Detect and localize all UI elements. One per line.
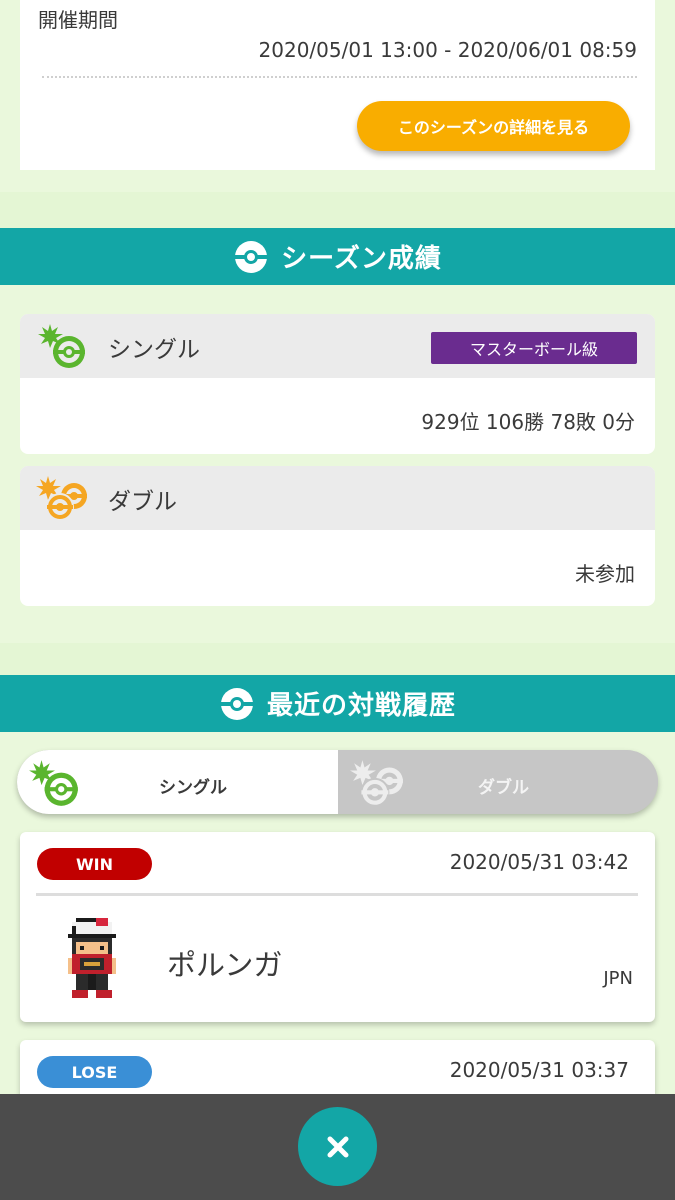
season-results-header: シーズン成績 [0,228,675,285]
opponent-region: JPN [603,968,633,989]
single-result-card: シングル マスターボール級 929位 106勝 78敗 0分 [20,314,655,454]
close-icon [327,1136,348,1157]
single-battle-icon [29,760,78,806]
tab-double[interactable]: ダブル [338,750,658,814]
recent-battles-title: 最近の対戦履歴 [266,691,456,721]
tab-single[interactable]: シングル [17,750,338,814]
season-detail-button[interactable]: このシーズンの詳細を見る [357,101,630,151]
battle-divider [36,893,638,896]
double-battle-icon [350,760,403,807]
period-label: 開催期間 [38,8,118,32]
tab-double-label: ダブル [478,778,529,798]
double-mode-label: ダブル [108,489,177,515]
double-battle-icon [36,476,87,521]
trainer-avatar [68,918,116,998]
period-range: 2020/05/01 13:00 - 2020/06/01 08:59 [258,38,637,62]
ball-icon [235,240,268,273]
period-divider [42,76,637,78]
tab-single-label: シングル [159,778,227,798]
single-mode-label: シングル [108,337,200,363]
double-result-header: ダブル [20,466,655,530]
opponent-name: ポルンガ [167,948,283,982]
single-battle-icon [38,324,85,368]
battle-type-tabs: シングル ダブル [17,750,658,814]
double-record: 未参加 [575,562,635,586]
section-spacer [0,192,675,228]
double-result-card: ダブル 未参加 [20,466,655,606]
lose-badge: LOSE [37,1056,152,1088]
section-spacer [0,643,675,675]
season-results-title: シーズン成績 [281,244,442,274]
rank-badge: マスターボール級 [431,332,637,364]
win-badge: WIN [37,848,152,880]
battle-time: 2020/05/31 03:37 [449,1058,629,1082]
close-button[interactable] [298,1107,377,1186]
single-result-header: シングル マスターボール級 [20,314,655,378]
battle-time: 2020/05/31 03:42 [449,850,629,874]
single-record: 929位 106勝 78敗 0分 [421,410,635,434]
recent-battles-header: 最近の対戦履歴 [0,675,675,732]
period-card: 開催期間 2020/05/01 13:00 - 2020/06/01 08:59… [20,0,655,170]
battle-history-item[interactable]: WIN 2020/05/31 03:42 ポルンガ JPN [20,832,655,1022]
ball-icon [220,687,253,720]
